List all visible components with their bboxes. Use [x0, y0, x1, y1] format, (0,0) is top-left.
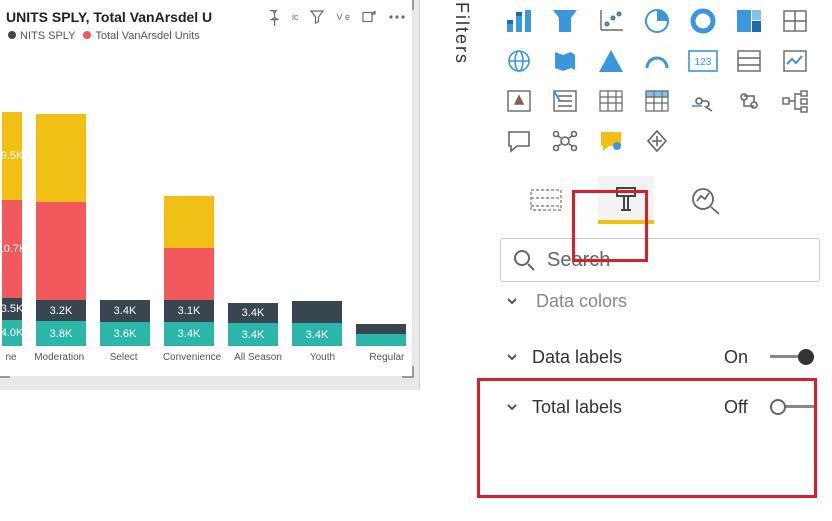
bar-seg: 3.4K: [292, 323, 342, 346]
chevron-down-icon: [506, 401, 520, 413]
viz-scatter-icon[interactable]: [592, 4, 630, 38]
bar-seg: 3.4K: [100, 300, 150, 322]
viz-kpi2-icon[interactable]: [500, 84, 538, 118]
viz-matrix-icon[interactable]: [638, 84, 676, 118]
header-mini-1: ic: [292, 13, 299, 22]
visual-header: UNITS SPLY, Total VanArsdel U ic V e: [0, 0, 412, 30]
bar-seg: [36, 202, 86, 300]
data-labels-toggle[interactable]: [770, 350, 814, 364]
bar-seg: 3.4K: [164, 322, 214, 346]
more-options-icon[interactable]: [388, 8, 406, 26]
search-icon: [513, 249, 535, 271]
viz-filled-map-icon[interactable]: [546, 44, 584, 78]
chevron-down-icon: [506, 295, 520, 307]
bar-seg: [356, 324, 406, 334]
header-mini-2: V e: [336, 13, 350, 22]
visual-title: UNITS SPLY, Total VanArsdel U: [6, 9, 264, 25]
bar-seg: [164, 196, 214, 248]
visualization-gallery: 123: [500, 4, 820, 158]
fields-tab[interactable]: [518, 176, 574, 224]
bar-seg: 3.8K: [36, 321, 86, 346]
bar-seg: [164, 248, 214, 300]
svg-text:123: 123: [695, 57, 712, 68]
bar-seg: 3.5K: [2, 298, 22, 320]
focus-mode-icon[interactable]: [360, 8, 378, 26]
report-canvas: UNITS SPLY, Total VanArsdel U ic V e: [0, 0, 420, 390]
bar-seg: 10.7K: [2, 200, 22, 298]
visual-legend: NITS SPLY Total VanArsdel Units: [0, 30, 412, 42]
bar-seg: 3.6K: [100, 322, 150, 346]
bar-seg: 3.4K: [228, 323, 278, 346]
x-axis-label: Moderation: [34, 352, 84, 363]
viz-slicer-icon[interactable]: [546, 84, 584, 118]
format-tab[interactable]: [598, 176, 654, 224]
prop-data-labels[interactable]: Data labels On: [500, 332, 820, 382]
viz-decomp-icon[interactable]: [776, 84, 814, 118]
bar-seg: 9.5K: [2, 112, 22, 200]
viz-table-icon[interactable]: [592, 84, 630, 118]
viz-gauge-icon[interactable]: [638, 44, 676, 78]
stacked-column-visual[interactable]: UNITS SPLY, Total VanArsdel U ic V e: [0, 0, 412, 376]
x-axis-label: Select: [98, 352, 148, 363]
viz-treemap-icon[interactable]: [730, 4, 768, 38]
search-placeholder: Search: [547, 249, 610, 272]
total-labels-toggle[interactable]: [770, 400, 814, 414]
chart-plot-area: 4.0K 3.5K 10.7K 9.5K 3.8K 3.2K 3.6K: [0, 46, 404, 346]
viz-r-icon[interactable]: [684, 84, 722, 118]
viz-custom-icon[interactable]: [638, 124, 676, 158]
viz-pie-icon[interactable]: [638, 4, 676, 38]
x-axis-label: ne: [2, 352, 20, 363]
bar-seg: 3.2K: [36, 300, 86, 321]
viz-py-icon[interactable]: [730, 84, 768, 118]
bar-seg: [292, 301, 342, 323]
prop-data-colors[interactable]: Data colors: [500, 290, 820, 312]
viz-arcgis-icon[interactable]: [592, 44, 630, 78]
bar-seg: [36, 114, 86, 202]
prop-total-labels[interactable]: Total labels Off: [500, 382, 820, 432]
viz-key-influencer-icon[interactable]: [546, 124, 584, 158]
format-search[interactable]: Search: [500, 238, 820, 282]
viz-donut-icon[interactable]: [684, 4, 722, 38]
filter-icon[interactable]: [308, 8, 326, 26]
viz-globe-icon[interactable]: [500, 44, 538, 78]
x-axis-label: Youth: [297, 352, 347, 363]
filters-pane-label[interactable]: Filters: [432, 0, 472, 150]
pin-icon[interactable]: [264, 8, 282, 26]
viz-multirow-card-icon[interactable]: [730, 44, 768, 78]
chevron-down-icon: [506, 351, 520, 363]
x-axis-label: Convenience: [163, 352, 219, 363]
bar-seg: 4.0K: [2, 320, 22, 346]
pane-tabs: [518, 176, 820, 224]
viz-map-icon[interactable]: [776, 4, 814, 38]
analytics-tab[interactable]: [678, 176, 734, 224]
viz-stacked-bar-icon[interactable]: [500, 4, 538, 38]
bar-seg: [356, 334, 406, 346]
viz-kpi-icon[interactable]: [776, 44, 814, 78]
x-axis-label: Regular: [362, 352, 412, 363]
viz-comment-icon[interactable]: [500, 124, 538, 158]
viz-card-icon[interactable]: 123: [684, 44, 722, 78]
viz-qa-icon[interactable]: [592, 124, 630, 158]
viz-funnel-icon[interactable]: [546, 4, 584, 38]
visualizations-pane: 123 Search: [488, 0, 832, 432]
x-axis-label: All Season: [233, 352, 283, 363]
bar-seg: 3.1K: [164, 300, 214, 322]
bar-seg: 3.4K: [228, 303, 278, 323]
